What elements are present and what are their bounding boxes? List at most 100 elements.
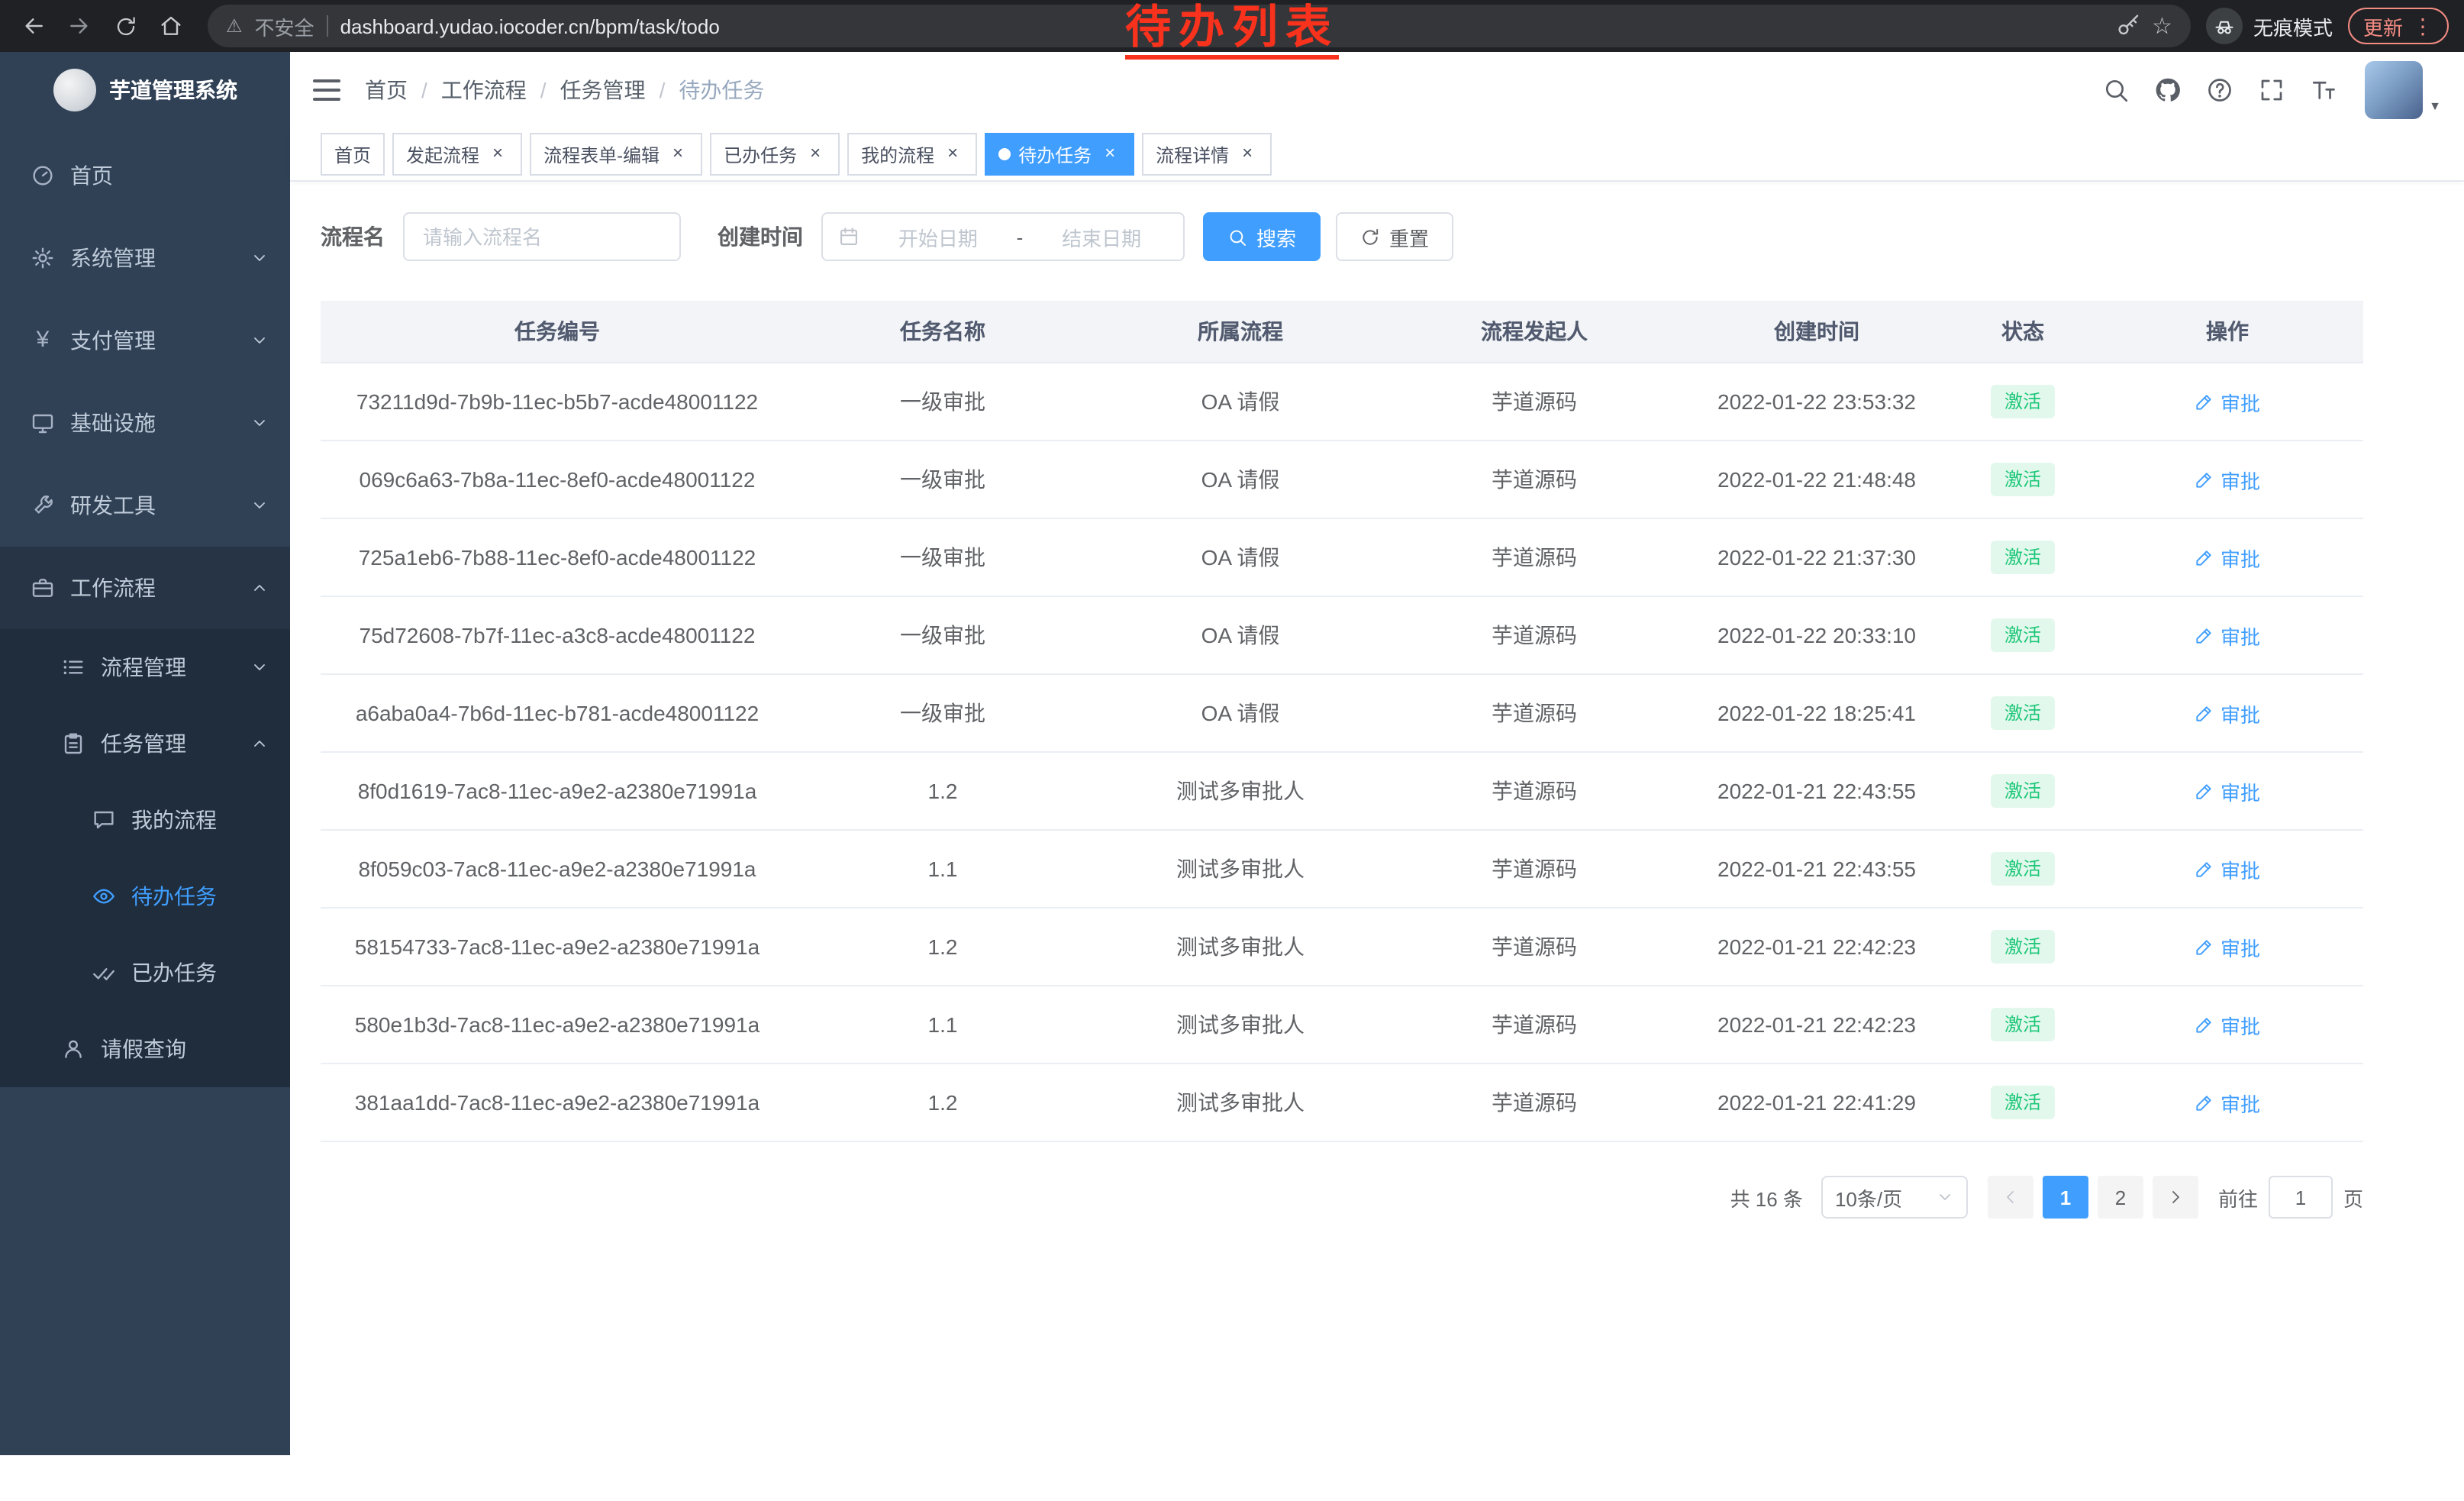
sidebar-item-payment[interactable]: ¥ 支付管理 bbox=[0, 299, 290, 382]
status-badge: 激活 bbox=[1991, 696, 2055, 730]
cell-task-name: 1.2 bbox=[794, 752, 1092, 830]
page-button-2[interactable]: 2 bbox=[2098, 1176, 2143, 1219]
tab-close-icon[interactable]: × bbox=[805, 144, 826, 165]
browser-forward-button[interactable] bbox=[58, 5, 101, 47]
search-button[interactable]: 搜索 bbox=[1203, 212, 1321, 261]
browser-refresh-button[interactable] bbox=[104, 5, 147, 47]
cell-initiator: 芋道源码 bbox=[1389, 674, 1679, 752]
status-badge: 激活 bbox=[1991, 1008, 2055, 1041]
avatar[interactable] bbox=[2365, 61, 2423, 119]
update-label: 更新 bbox=[2363, 11, 2403, 40]
cell-created: 2022-01-22 21:48:48 bbox=[1679, 441, 1954, 518]
tab-home[interactable]: 首页 bbox=[321, 133, 385, 176]
tab-my-process[interactable]: 我的流程 × bbox=[847, 133, 977, 176]
tab-close-icon[interactable]: × bbox=[667, 144, 689, 165]
cell-task-name: 一级审批 bbox=[794, 441, 1092, 518]
search-icon[interactable] bbox=[2102, 76, 2130, 104]
approve-link[interactable]: 审批 bbox=[2195, 621, 2260, 650]
approve-link[interactable]: 审批 bbox=[2195, 543, 2260, 572]
tab-process-detail[interactable]: 流程详情 × bbox=[1142, 133, 1272, 176]
breadcrumb-separator: / bbox=[421, 78, 427, 102]
cell-task-id: a6aba0a4-7b6d-11ec-b781-acde48001122 bbox=[321, 674, 794, 752]
sidebar-item-leave-query[interactable]: 请假查询 bbox=[0, 1011, 290, 1087]
breadcrumb-separator: / bbox=[660, 78, 666, 102]
tab-close-icon[interactable]: × bbox=[1237, 144, 1258, 165]
approve-link[interactable]: 审批 bbox=[2195, 776, 2260, 805]
app-logo[interactable]: 芋道管理系统 bbox=[0, 52, 290, 128]
tab-close-icon[interactable]: × bbox=[487, 144, 508, 165]
goto-page-input[interactable] bbox=[2269, 1176, 2333, 1219]
sidebar-item-done-tasks[interactable]: 已办任务 bbox=[0, 934, 290, 1011]
breadcrumb-item-workflow[interactable]: 工作流程 bbox=[441, 75, 527, 105]
approve-link-label: 审批 bbox=[2221, 621, 2260, 650]
sidebar-item-process-management[interactable]: 流程管理 bbox=[0, 629, 290, 705]
cell-actions: 审批 bbox=[2091, 674, 2363, 752]
fullscreen-icon[interactable] bbox=[2258, 76, 2285, 104]
tab-done-tasks[interactable]: 已办任务 × bbox=[710, 133, 840, 176]
breadcrumb-item-task-management[interactable]: 任务管理 bbox=[560, 75, 646, 105]
breadcrumb-item-home[interactable]: 首页 bbox=[365, 75, 408, 105]
tab-todo-tasks[interactable]: 待办任务 × bbox=[985, 133, 1134, 176]
approve-link[interactable]: 审批 bbox=[2195, 387, 2260, 416]
sidebar-item-devtools[interactable]: 研发工具 bbox=[0, 464, 290, 547]
cell-task-name: 1.2 bbox=[794, 1064, 1092, 1141]
browser-home-button[interactable] bbox=[150, 5, 192, 47]
cell-created: 2022-01-22 20:33:10 bbox=[1679, 596, 1954, 674]
next-page-button[interactable] bbox=[2153, 1176, 2198, 1219]
tab-start-process[interactable]: 发起流程 × bbox=[392, 133, 522, 176]
approve-link[interactable]: 审批 bbox=[2195, 1088, 2260, 1117]
approve-link[interactable]: 审批 bbox=[2195, 932, 2260, 961]
approve-link[interactable]: 审批 bbox=[2195, 1010, 2260, 1039]
prev-page-button[interactable] bbox=[1988, 1176, 2033, 1219]
github-icon[interactable] bbox=[2154, 76, 2182, 104]
incognito-label: 无痕模式 bbox=[2253, 11, 2333, 40]
cell-task-name: 1.1 bbox=[794, 986, 1092, 1064]
edit-icon bbox=[2195, 625, 2214, 645]
cell-initiator: 芋道源码 bbox=[1389, 908, 1679, 986]
update-button[interactable]: 更新 ⋮ bbox=[2348, 8, 2449, 44]
user-icon bbox=[61, 1037, 85, 1061]
date-range-picker[interactable]: 开始日期 - 结束日期 bbox=[821, 212, 1185, 261]
sidebar-item-task-management[interactable]: 任务管理 bbox=[0, 705, 290, 782]
sidebar-item-infrastructure[interactable]: 基础设施 bbox=[0, 382, 290, 464]
edit-icon bbox=[2195, 470, 2214, 489]
eye-icon bbox=[92, 884, 116, 909]
page-button-1[interactable]: 1 bbox=[2043, 1176, 2088, 1219]
table-row: 8f0d1619-7ac8-11ec-a9e2-a2380e71991a 1.2… bbox=[321, 752, 2363, 830]
sidebar: 芋道管理系统 首页 系统管理 ¥ 支付管理 bbox=[0, 52, 290, 1455]
bookmark-star-icon[interactable]: ☆ bbox=[2152, 15, 2172, 37]
user-menu[interactable]: ▼ bbox=[2365, 61, 2441, 119]
task-table-body: 73211d9d-7b9b-11ec-b5b7-acde48001122 一级审… bbox=[321, 363, 2363, 1141]
sidebar-item-my-process[interactable]: 我的流程 bbox=[0, 782, 290, 858]
sidebar-item-todo-tasks[interactable]: 待办任务 bbox=[0, 858, 290, 934]
font-size-icon[interactable] bbox=[2310, 76, 2337, 104]
status-badge: 激活 bbox=[1991, 463, 2055, 496]
column-header-process: 所属流程 bbox=[1092, 301, 1389, 363]
column-header-actions: 操作 bbox=[2091, 301, 2363, 363]
process-name-input[interactable] bbox=[403, 212, 681, 261]
page-size-select[interactable]: 10条/页 bbox=[1821, 1176, 1968, 1219]
help-icon[interactable] bbox=[2206, 76, 2233, 104]
tab-process-form-edit[interactable]: 流程表单-编辑 × bbox=[530, 133, 702, 176]
double-check-icon bbox=[92, 960, 116, 985]
approve-link[interactable]: 审批 bbox=[2195, 699, 2260, 728]
menu-dots-icon[interactable]: ⋮ bbox=[2412, 15, 2433, 37]
hamburger-icon[interactable] bbox=[313, 79, 340, 101]
cell-status: 激活 bbox=[1954, 830, 2091, 908]
tab-close-icon[interactable]: × bbox=[942, 144, 963, 165]
tab-close-icon[interactable]: × bbox=[1099, 144, 1121, 165]
approve-link[interactable]: 审批 bbox=[2195, 854, 2260, 883]
edit-icon bbox=[2195, 1015, 2214, 1035]
sidebar-item-workflow[interactable]: 工作流程 bbox=[0, 547, 290, 629]
browser-back-button[interactable] bbox=[12, 5, 55, 47]
key-icon[interactable] bbox=[2115, 14, 2140, 38]
sidebar-item-home[interactable]: 首页 bbox=[0, 134, 290, 217]
chevron-down-icon bbox=[250, 414, 269, 432]
sidebar-item-system[interactable]: 系统管理 bbox=[0, 217, 290, 299]
cell-created: 2022-01-21 22:41:29 bbox=[1679, 1064, 1954, 1141]
approve-link[interactable]: 审批 bbox=[2195, 465, 2260, 494]
cell-created: 2022-01-21 22:42:23 bbox=[1679, 908, 1954, 986]
chevron-up-icon bbox=[250, 734, 269, 753]
reset-button[interactable]: 重置 bbox=[1336, 212, 1453, 261]
sidebar-item-label: 系统管理 bbox=[70, 243, 156, 273]
